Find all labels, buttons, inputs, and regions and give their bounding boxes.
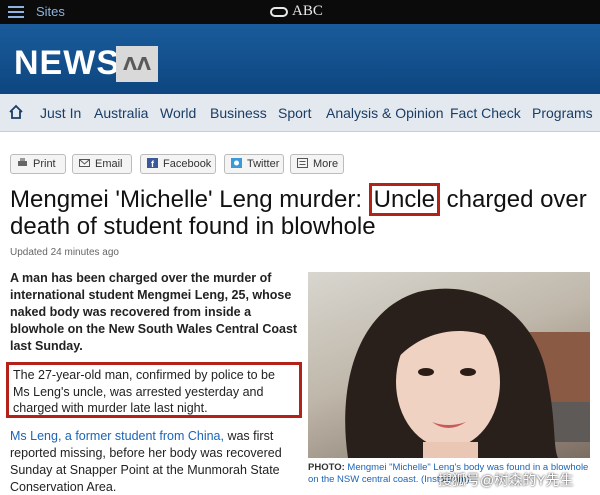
- highlighted-paragraph: The 27-year-old man, confirmed by police…: [6, 362, 302, 418]
- print-button[interactable]: Print: [10, 154, 66, 174]
- lede-paragraph: A man has been charged over the murder o…: [10, 271, 298, 353]
- former-student-link[interactable]: Ms Leng, a former student from China,: [10, 429, 224, 443]
- nav-just-in[interactable]: Just In: [40, 105, 81, 121]
- home-icon[interactable]: [8, 104, 24, 120]
- headline: Mengmei 'Michelle' Leng murder: Uncle ch…: [10, 183, 595, 240]
- abc-logo[interactable]: ABC: [270, 3, 323, 20]
- twitter-label: Twitter: [247, 158, 280, 170]
- abc-lemniscate-icon: [270, 6, 288, 17]
- nav-world[interactable]: World: [160, 105, 196, 121]
- article-photo[interactable]: [308, 272, 590, 458]
- news-logo[interactable]: NEWS: [14, 44, 120, 83]
- twitter-button[interactable]: Twitter: [224, 154, 284, 174]
- facebook-button[interactable]: f Facebook: [140, 154, 216, 174]
- abc-badge-icon: ᐱᐱ: [116, 46, 158, 82]
- top-bar: Sites ABC: [0, 0, 600, 24]
- nav-fact-check[interactable]: Fact Check: [450, 105, 521, 121]
- sites-link[interactable]: Sites: [36, 4, 65, 19]
- nav-business[interactable]: Business: [210, 105, 267, 121]
- more-button[interactable]: More: [290, 154, 344, 174]
- updated-timestamp: Updated 24 minutes ago: [10, 247, 119, 258]
- envelope-icon: [79, 159, 90, 167]
- headline-highlighted-word: Uncle: [368, 183, 441, 216]
- news-header: NEWS ᐱᐱ: [0, 24, 600, 94]
- portrait-illustration: [345, 288, 590, 458]
- caption-label: PHOTO:: [308, 462, 345, 473]
- main-nav: Just In Australia World Business Sport A…: [0, 94, 600, 132]
- watermark-text: 搜狐号@树森的Y先生: [438, 472, 574, 488]
- more-icon: [297, 158, 308, 168]
- headline-part-1: Mengmei 'Michelle' Leng murder:: [10, 186, 369, 213]
- facebook-icon: f: [147, 158, 158, 168]
- print-label: Print: [33, 158, 56, 170]
- abc-logo-text: ABC: [292, 3, 323, 19]
- menu-icon[interactable]: [8, 6, 24, 18]
- email-button[interactable]: Email: [72, 154, 132, 174]
- facebook-label: Facebook: [163, 158, 212, 170]
- twitter-icon: [231, 158, 242, 168]
- email-label: Email: [95, 158, 123, 170]
- nav-sport[interactable]: Sport: [278, 105, 311, 121]
- nav-analysis-opinion[interactable]: Analysis & Opinion: [326, 105, 444, 121]
- nav-australia[interactable]: Australia: [94, 105, 148, 121]
- body-paragraph: Ms Leng, a former student from China, wa…: [10, 428, 300, 495]
- more-label: More: [313, 158, 339, 170]
- nav-programs[interactable]: Programs: [532, 105, 593, 121]
- printer-icon: [18, 158, 27, 166]
